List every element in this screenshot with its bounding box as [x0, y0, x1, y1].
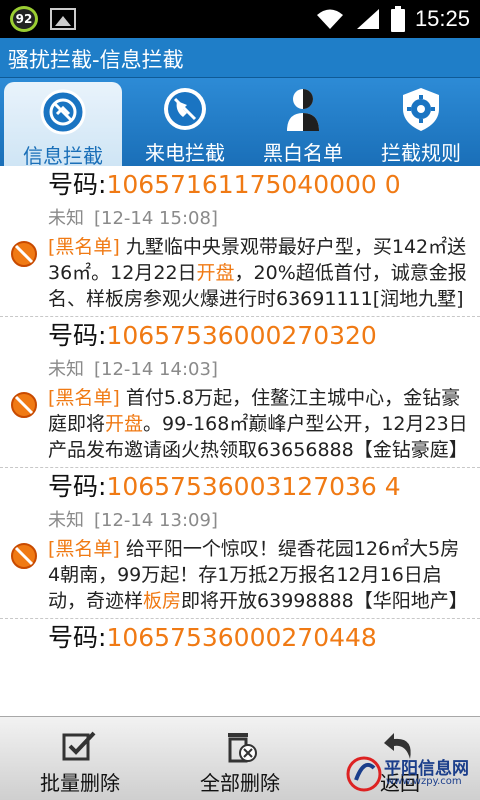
status-right: 15:25	[315, 0, 470, 38]
number-line: 号码:10657161175040000 0	[48, 166, 470, 204]
phone-number: 10657536000270320	[106, 321, 377, 350]
blacklist-tag: [黑名单]	[48, 387, 120, 409]
message-body: [黑名单] 首付5.8万起，住鳌江主城中心，金钻豪庭即将开盘。99-168㎡巅峰…	[48, 385, 470, 467]
sender: 未知	[48, 510, 84, 531]
number-prefix: 号码:	[48, 623, 107, 652]
batch-delete-button[interactable]: 批量删除	[0, 717, 160, 800]
number-prefix: 号码:	[48, 472, 107, 501]
number-prefix: 号码:	[48, 170, 107, 199]
gear-shield-icon	[396, 84, 446, 133]
list-item[interactable]: 号码:10657536000270320 未知 [12-14 14:03] [黑名…	[0, 317, 480, 468]
phone-number: 10657161175040000 0	[106, 170, 401, 199]
tab-label: 信息拦截	[23, 144, 103, 168]
contact-list-icon	[278, 84, 328, 133]
blocked-icon	[11, 392, 37, 418]
blocked-icon	[11, 241, 37, 267]
bottom-toolbar: 批量删除 全部删除 返回 平阳信息网 www.wzpy.com	[0, 716, 480, 800]
watermark-url: www.wzpy.com	[386, 776, 462, 787]
list-item[interactable]: 号码:10657536003127036 4 未知 [12-14 13:09] […	[0, 468, 480, 619]
tab-block-rules[interactable]: 拦截规则	[362, 78, 480, 166]
image-notification-icon	[50, 8, 76, 30]
number-line: 号码:10657536000270448	[48, 619, 470, 657]
tab-label: 黑白名单	[263, 141, 343, 165]
message-block-icon	[38, 88, 88, 136]
watermark-emblem-icon	[346, 756, 382, 792]
keyword-highlight: 板房	[143, 590, 182, 612]
phone-number: 10657536000270448	[106, 623, 377, 652]
timestamp: [12-14 15:08]	[94, 208, 218, 229]
tab-label: 来电拦截	[145, 141, 225, 165]
title-bar: 骚扰拦截-信息拦截	[0, 38, 480, 78]
list-item[interactable]: 号码:10657536000270448	[0, 619, 480, 657]
tab-label: 拦截规则	[381, 141, 461, 165]
watermark-logo: 平阳信息网 www.wzpy.com	[346, 752, 474, 796]
message-meta: 未知 [12-14 13:09]	[48, 506, 470, 536]
tab-blackwhite-list[interactable]: 黑白名单	[244, 78, 362, 166]
checkbox-edit-icon	[62, 731, 96, 761]
number-prefix: 号码:	[48, 321, 107, 350]
timestamp: [12-14 13:09]	[94, 510, 218, 531]
clock: 15:25	[414, 6, 470, 31]
list-item[interactable]: 号码:10657161175040000 0 未知 [12-14 15:08] […	[0, 166, 480, 317]
tab-message-block[interactable]: 信息拦截	[4, 82, 122, 168]
message-body: [黑名单] 给平阳一个惊叹！缇香花园126㎡大5房4朝南，99万起！存1万抵2万…	[48, 536, 470, 618]
message-text-b: 即将开放63998888【华阳地产】	[181, 590, 468, 612]
call-block-icon	[160, 84, 210, 133]
message-list[interactable]: 号码:10657161175040000 0 未知 [12-14 15:08] […	[0, 166, 480, 716]
trash-icon	[228, 733, 257, 763]
tab-call-block[interactable]: 来电拦截	[126, 78, 244, 166]
tab-bar: 信息拦截 来电拦截 黑白名单 拦截规则	[0, 78, 480, 168]
delete-all-button[interactable]: 全部删除	[160, 717, 320, 800]
delete-all-label: 全部删除	[200, 771, 280, 795]
timestamp: [12-14 14:03]	[94, 359, 218, 380]
blocked-icon	[11, 543, 37, 569]
status-bar: 92 15:25	[0, 0, 480, 38]
blacklist-tag: [黑名单]	[48, 236, 120, 258]
sender: 未知	[48, 208, 84, 229]
page-title: 骚扰拦截-信息拦截	[8, 48, 184, 72]
number-line: 号码:10657536000270320	[48, 317, 470, 355]
wifi-icon	[316, 9, 343, 29]
battery-icon	[390, 6, 405, 32]
signal-icon	[356, 9, 379, 29]
number-line: 号码:10657536003127036 4	[48, 468, 470, 506]
message-body: [黑名单] 九墅临中央景观带最好户型，买142㎡送36㎡。12月22日开盘，20…	[48, 234, 470, 316]
notification-badge: 92	[10, 6, 38, 32]
message-meta: 未知 [12-14 14:03]	[48, 355, 470, 385]
batch-delete-label: 批量删除	[40, 771, 120, 795]
message-meta: 未知 [12-14 15:08]	[48, 204, 470, 234]
keyword-highlight: 开盘	[105, 413, 144, 435]
phone-number: 10657536003127036 4	[106, 472, 401, 501]
sender: 未知	[48, 359, 84, 380]
keyword-highlight: 开盘	[196, 262, 235, 284]
blacklist-tag: [黑名单]	[48, 538, 120, 560]
